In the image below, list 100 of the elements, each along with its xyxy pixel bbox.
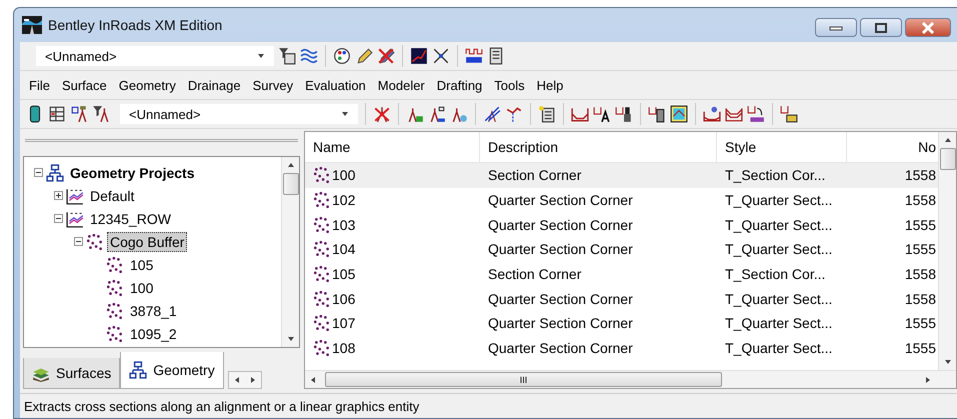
cross-icon[interactable]	[432, 47, 450, 65]
points-icon	[313, 339, 331, 358]
panel-tab[interactable]: Surfaces	[23, 358, 120, 389]
section-transfer-icon[interactable]	[747, 105, 765, 123]
table-cell: Section Corner	[488, 167, 582, 184]
minimize-button[interactable]	[815, 18, 857, 37]
section-point-icon[interactable]	[703, 105, 721, 123]
graph-icon[interactable]	[410, 47, 428, 65]
menu-item[interactable]: Geometry	[114, 76, 181, 94]
tripod-network-icon[interactable]	[428, 105, 446, 123]
section-edit-icon[interactable]	[780, 105, 798, 123]
minimize-icon	[829, 24, 843, 30]
section-brush-icon[interactable]	[615, 105, 633, 123]
points-icon	[313, 290, 331, 308]
table-cell: 1555	[904, 216, 936, 233]
menu-item[interactable]: Drafting	[432, 76, 488, 94]
table-cell: Quarter Section Corner	[488, 290, 633, 307]
scroll-thumb[interactable]	[940, 148, 956, 170]
menu-item[interactable]: Help	[532, 76, 568, 94]
tree-item[interactable]: Default	[87, 186, 138, 206]
close-button[interactable]	[905, 18, 951, 37]
table-cell: 104	[332, 241, 356, 258]
table-cell: Section Corner	[488, 266, 582, 282]
table-cell: 1558	[904, 290, 936, 307]
menu-item[interactable]: Tools	[489, 76, 530, 94]
section-calculator-icon[interactable]	[648, 105, 666, 123]
menu-item[interactable]: Survey	[248, 76, 298, 94]
network-icon	[46, 164, 64, 182]
table-cell: T_Quarter Sect...	[725, 340, 832, 356]
menu-item[interactable]: Modeler	[372, 76, 430, 94]
delete-pencil-icon[interactable]	[377, 47, 395, 65]
scroll-down-arrow[interactable]	[944, 358, 952, 366]
scroll-left-arrow[interactable]	[309, 376, 317, 384]
tab-right-arrow[interactable]	[248, 376, 257, 384]
menu-item[interactable]: Surface	[56, 76, 112, 94]
points-icon	[313, 314, 331, 332]
tree-item[interactable]: 12345_ROW	[87, 208, 174, 228]
tree-item[interactable]: Cogo Buffer	[107, 232, 188, 252]
collapse-toggle[interactable]	[74, 237, 83, 246]
tripod-lines-icon[interactable]	[483, 105, 501, 123]
table-cell: 108	[332, 340, 356, 356]
waves-icon[interactable]	[300, 47, 318, 65]
column-header[interactable]: No	[847, 132, 938, 162]
pencil-icon[interactable]	[355, 47, 373, 65]
tree-item[interactable]: Geometry Projects	[67, 162, 198, 182]
scroll-thumb[interactable]	[282, 173, 298, 195]
chart-icon	[66, 186, 84, 204]
tree-item[interactable]: 100	[127, 278, 156, 298]
tree-item[interactable]: 105	[127, 254, 156, 274]
survey-combo[interactable]: <Unnamed>	[120, 104, 358, 124]
project-combo[interactable]: <Unnamed>	[36, 46, 274, 66]
table-cell: 1555	[904, 340, 936, 356]
table-cell: T_Quarter Sect...	[725, 290, 832, 307]
menu-item[interactable]: File	[24, 76, 55, 94]
section-text-icon[interactable]	[593, 105, 611, 123]
section-window-icon[interactable]	[670, 105, 688, 123]
table-cell: 107	[332, 315, 356, 332]
document-icon[interactable]	[538, 105, 556, 123]
collapse-toggle[interactable]	[34, 168, 43, 177]
table-cell: Quarter Section Corner	[488, 216, 633, 233]
menu-item[interactable]: Evaluation	[300, 76, 371, 94]
delete-tripod-icon[interactable]	[373, 105, 391, 123]
scroll-thumb[interactable]: III	[325, 372, 722, 387]
column-header[interactable]: Description	[480, 132, 717, 162]
menu-item[interactable]: Drainage	[182, 76, 246, 94]
scroll-down-arrow[interactable]	[286, 335, 294, 343]
survey-filter-icon[interactable]	[92, 105, 110, 123]
column-header[interactable]: Style	[717, 132, 847, 162]
traverse-icon[interactable]	[505, 105, 523, 123]
station-icon[interactable]	[465, 47, 483, 65]
survey-tripod-icon[interactable]	[70, 105, 88, 123]
tree-item[interactable]: 3878_1	[127, 300, 180, 320]
report-icon[interactable]	[487, 47, 505, 65]
window-title: Bentley InRoads XM Edition	[48, 17, 224, 33]
maximize-button[interactable]	[860, 18, 902, 37]
scroll-right-arrow[interactable]	[924, 376, 932, 384]
column-header[interactable]: Name	[305, 132, 480, 162]
points-icon	[86, 232, 104, 250]
scroll-up-arrow[interactable]	[286, 161, 294, 169]
palette-icon[interactable]	[333, 47, 351, 65]
table-cell: 1558	[904, 192, 936, 208]
table-cell: 100	[332, 167, 356, 184]
filter-icon[interactable]	[278, 47, 296, 65]
table-icon[interactable]	[48, 105, 66, 123]
scroll-up-arrow[interactable]	[944, 136, 952, 144]
table-cell: T_Section Cor...	[725, 167, 826, 184]
table-cell: T_Quarter Sect...	[725, 241, 832, 258]
table-cell: 106	[332, 290, 356, 307]
points-icon	[106, 302, 124, 320]
expand-toggle[interactable]	[54, 191, 63, 200]
collapse-toggle[interactable]	[54, 214, 63, 223]
points-icon	[313, 216, 331, 234]
points-icon	[106, 324, 124, 342]
tree-item[interactable]: 1095_2	[127, 324, 180, 344]
dropdown-arrow[interactable]	[257, 52, 265, 60]
tab-left-arrow[interactable]	[232, 376, 241, 384]
panel-tab[interactable]: Geometry	[120, 352, 224, 389]
table-cell: 103	[332, 216, 356, 233]
table-cell: 102	[332, 192, 356, 208]
dropdown-arrow[interactable]	[341, 110, 349, 118]
